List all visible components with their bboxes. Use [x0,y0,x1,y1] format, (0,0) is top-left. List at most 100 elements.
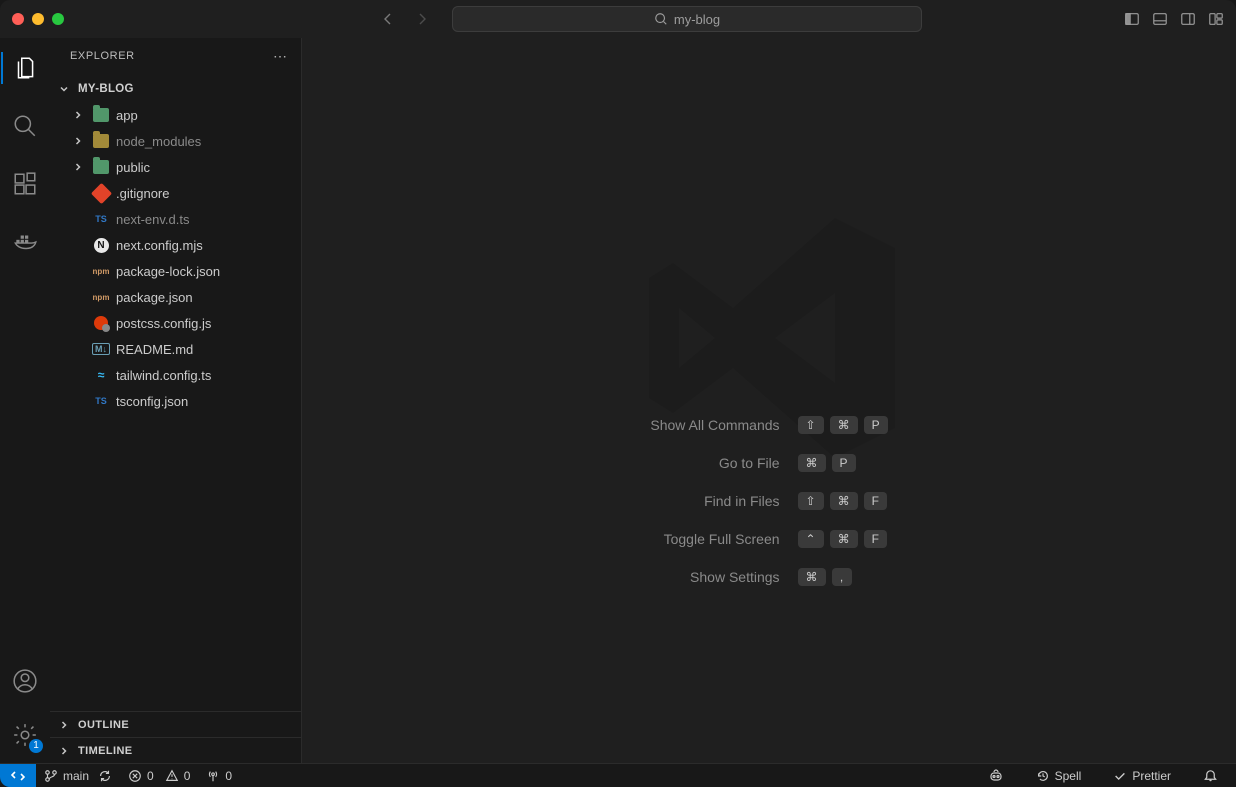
bell-icon [1203,768,1218,783]
spell-label: Spell [1055,769,1082,783]
keycap: F [864,492,887,510]
tree-file[interactable]: npm package.json [50,284,301,310]
json-icon: npm [92,293,110,302]
copilot-icon [988,768,1004,784]
shortcut-keys[interactable]: ⇧⌘F [798,492,888,510]
shortcut-label: Go to File [650,455,779,471]
postcss-icon [92,316,110,330]
outline-section[interactable]: OUTLINE [50,711,301,737]
folder-green-icon [92,108,110,122]
ts-icon: TS [92,214,110,224]
tree-file[interactable]: .gitignore [50,180,301,206]
traffic-lights [12,13,64,25]
tree-file[interactable]: TS tsconfig.json [50,388,301,414]
sync-icon[interactable] [98,769,112,783]
errors-count: 0 [147,769,154,783]
error-icon [128,769,142,783]
json-icon: npm [92,267,110,276]
tree-item-label: node_modules [116,134,201,149]
tree-root-label: MY-BLOG [78,83,134,95]
tree-folder[interactable]: public [50,154,301,180]
timeline-label: TIMELINE [78,745,133,757]
tree-item-label: .gitignore [116,186,169,201]
tree-folder[interactable]: app [50,102,301,128]
problems-status[interactable]: 0 0 [120,764,198,787]
explorer-more-icon[interactable]: ⋯ [273,48,289,65]
window-minimize-button[interactable] [32,13,44,25]
customize-layout-icon[interactable] [1208,11,1224,27]
activity-accounts[interactable] [1,661,49,701]
tree-item-label: tsconfig.json [116,394,188,409]
chevron-right-icon [56,745,72,757]
tree-file[interactable]: ≈tailwind.config.ts [50,362,301,388]
shortcut-keys[interactable]: ⇧ ⌘ P [798,416,888,434]
window-maximize-button[interactable] [52,13,64,25]
settings-badge: 1 [29,739,43,753]
activity-extensions[interactable] [1,164,49,204]
tsjson-icon: TS [92,396,110,406]
tree-root[interactable]: MY-BLOG [50,76,301,102]
nav-forward-icon[interactable] [414,11,430,27]
spell-status[interactable]: Spell [1028,764,1090,787]
radio-tower-icon [206,769,220,783]
shortcut-keys[interactable]: ⌃⌘F [798,530,888,548]
shortcut-keys[interactable]: ⌘P [798,454,888,472]
tree-item-label: next-env.d.ts [116,212,189,227]
sidebar-header-label: EXPLORER [70,50,135,62]
keycap: P [832,454,856,472]
welcome-shortcuts: Show All Commands⇧⌘PGo to File⌘PFind in … [650,416,887,586]
chevron-right-icon [56,719,72,731]
activity-explorer[interactable] [1,48,49,88]
keycap: P [864,416,888,434]
command-center-search[interactable]: my-blog [452,6,922,32]
prettier-status[interactable]: Prettier [1105,764,1179,787]
tree-folder[interactable]: node_modules [50,128,301,154]
ports-status[interactable]: 0 [198,764,240,787]
branch-name: main [63,769,89,783]
tree-item-label: next.config.mjs [116,238,203,253]
tree-item-label: package.json [116,290,193,305]
shortcut-keys[interactable]: ⌘, [798,568,888,586]
activity-bar: 1 [0,38,50,763]
timeline-section[interactable]: TIMELINE [50,737,301,763]
tree-file[interactable]: TS next-env.d.ts [50,206,301,232]
tree-file[interactable]: npmpackage-lock.json [50,258,301,284]
shortcut-label: Show All Commands [650,417,779,433]
window-close-button[interactable] [12,13,24,25]
copilot-status[interactable] [980,764,1012,787]
shortcut-label: Find in Files [650,493,779,509]
check-icon [1113,769,1127,783]
keycap: ⇧ [798,416,824,434]
activity-search[interactable] [1,106,49,146]
tree-file[interactable]: M↓README.md [50,336,301,362]
keycap: ⌘ [830,416,858,434]
sidebar-explorer: EXPLORER ⋯ MY-BLOG app node_modulespublic… [50,38,302,763]
folder-green-icon [92,160,110,174]
tree-file[interactable]: postcss.config.js [50,310,301,336]
git-branch-status[interactable]: main [36,764,120,787]
notifications-status[interactable] [1195,764,1226,787]
remote-button[interactable] [0,764,36,787]
chevron-right-icon [70,161,86,173]
chevron-right-icon [70,135,86,147]
layout-primary-sidebar-icon[interactable] [1124,11,1140,27]
ports-count: 0 [225,769,232,783]
md-icon: M↓ [92,343,110,355]
history-icon [1036,769,1050,783]
tree-item-label: postcss.config.js [116,316,211,331]
keycap: ⌘ [830,530,858,548]
activity-docker[interactable] [1,222,49,262]
keycap: ⇧ [798,492,824,510]
activity-settings[interactable]: 1 [1,715,49,755]
warning-icon [165,769,179,783]
layout-secondary-sidebar-icon[interactable] [1180,11,1196,27]
prettier-label: Prettier [1132,769,1171,783]
layout-panel-icon[interactable] [1152,11,1168,27]
tree-item-label: app [116,108,138,123]
tree-item-label: tailwind.config.ts [116,368,211,383]
keycap: F [864,530,887,548]
keycap: ⌘ [798,568,826,586]
tree-file[interactable]: Nnext.config.mjs [50,232,301,258]
warnings-count: 0 [184,769,191,783]
nav-back-icon[interactable] [380,11,396,27]
